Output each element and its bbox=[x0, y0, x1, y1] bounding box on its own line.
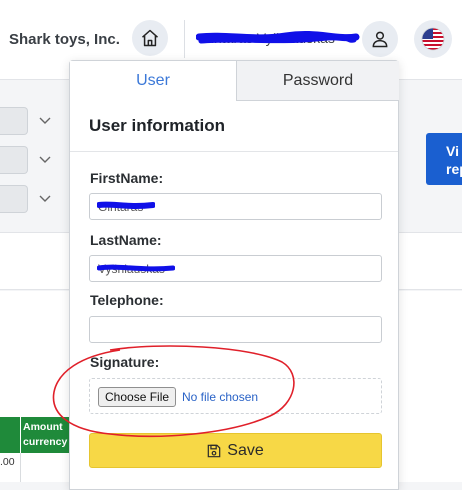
first-name-label: FirstName: bbox=[90, 170, 164, 186]
last-name-field[interactable]: Vyšniauskas bbox=[89, 255, 382, 282]
table-header-cell bbox=[0, 417, 20, 453]
section-title: User information bbox=[89, 116, 226, 135]
user-icon bbox=[372, 31, 388, 48]
last-name-label: LastName: bbox=[90, 232, 162, 248]
tab-password[interactable]: Password bbox=[236, 61, 399, 101]
us-flag-icon bbox=[421, 27, 445, 51]
language-button[interactable] bbox=[414, 20, 452, 58]
filter-select[interactable] bbox=[0, 146, 28, 174]
home-button[interactable] bbox=[132, 20, 168, 56]
signature-label: Signature: bbox=[90, 354, 160, 370]
save-label: Save bbox=[227, 441, 264, 459]
view-report-button[interactable]: Vi rep bbox=[426, 133, 462, 185]
chevron-down-icon bbox=[39, 156, 51, 163]
chevron-down-icon bbox=[39, 195, 51, 202]
choose-file-button[interactable]: Choose File bbox=[98, 387, 177, 407]
filter-select[interactable] bbox=[0, 185, 28, 213]
header-divider bbox=[184, 20, 185, 58]
section-divider bbox=[70, 151, 398, 152]
floppy-disk-icon bbox=[207, 444, 221, 457]
filter-select[interactable] bbox=[0, 107, 28, 135]
telephone-field[interactable] bbox=[89, 316, 382, 343]
filter-row[interactable] bbox=[0, 107, 66, 137]
file-status-text: No file chosen bbox=[182, 390, 259, 404]
amount-cell: .00 bbox=[0, 456, 15, 468]
username-label: Gintaras Vyšniauskas bbox=[200, 30, 335, 46]
profile-button[interactable] bbox=[362, 21, 398, 57]
filter-row[interactable] bbox=[0, 146, 66, 176]
company-name: Shark toys, Inc. bbox=[9, 31, 120, 48]
signature-upload-zone[interactable]: Choose File No file chosen bbox=[89, 378, 382, 414]
chevron-down-icon bbox=[39, 117, 51, 124]
amount-currency-header: Amount currency bbox=[21, 417, 71, 453]
telephone-label: Telephone: bbox=[90, 292, 164, 308]
home-icon bbox=[142, 29, 158, 47]
filter-row[interactable] bbox=[0, 185, 66, 215]
save-button[interactable]: Save bbox=[89, 433, 382, 468]
first-name-field[interactable]: Gintaras bbox=[89, 193, 382, 220]
tab-user[interactable]: User bbox=[70, 61, 236, 101]
table-cell-divider bbox=[20, 453, 21, 482]
user-settings-panel: User Password User information FirstName… bbox=[69, 60, 399, 490]
last-name-value: Vyšniauskas bbox=[98, 262, 165, 276]
first-name-value: Gintaras bbox=[98, 200, 144, 214]
